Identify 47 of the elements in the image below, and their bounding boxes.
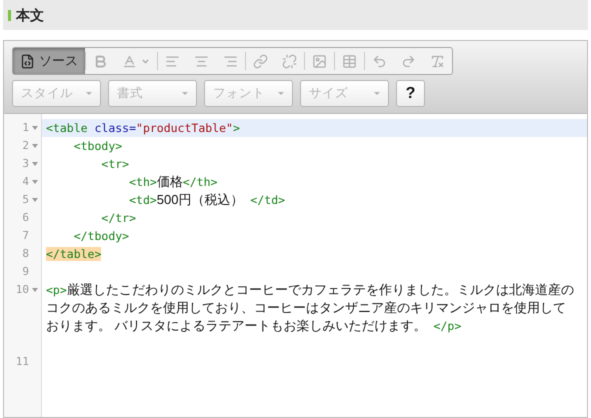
fold-arrow-icon[interactable] [32, 144, 38, 148]
fold-arrow-icon[interactable] [32, 288, 38, 292]
fold-arrow-icon[interactable] [32, 180, 38, 184]
undo-icon [372, 54, 387, 68]
remove-format-icon [430, 54, 445, 68]
text-color-icon [122, 54, 137, 68]
unlink-icon [282, 54, 297, 68]
fold-arrow-icon[interactable] [32, 126, 38, 130]
caret-icon [278, 92, 284, 95]
align-right-icon [223, 54, 238, 68]
image-icon [312, 54, 327, 68]
line-number: 1 [21, 120, 29, 136]
section-title: 本文 [16, 6, 44, 24]
caret-icon [182, 92, 188, 95]
line-number: 9 [21, 264, 29, 280]
fold-arrow-icon[interactable] [32, 198, 38, 202]
code-line: <tr> [100, 156, 130, 173]
code-line: </tbody> [72, 228, 130, 245]
code-line: </tr> [100, 210, 138, 227]
line-number: 11 [14, 354, 29, 370]
line-number: 8 [21, 246, 29, 262]
line-number: 2 [21, 138, 29, 154]
redo-icon [401, 54, 416, 68]
align-left-icon [165, 54, 180, 68]
code-line: <tbody> [72, 138, 124, 155]
fold-arrow-icon[interactable] [32, 162, 38, 166]
code-editor[interactable] [4, 114, 587, 417]
source-button[interactable]: ソース [13, 48, 85, 74]
line-number: 5 [21, 192, 29, 208]
line-number: 4 [21, 174, 29, 190]
line-number: 3 [21, 156, 29, 172]
line-number: 6 [21, 210, 29, 226]
help-button[interactable]: ? [396, 80, 425, 107]
code-line: <td>500円（税込） </td> [128, 191, 286, 209]
link-icon [253, 54, 268, 68]
caret-icon [141, 56, 150, 66]
line-number: 7 [21, 228, 29, 244]
line-number: 10 [14, 282, 29, 298]
caret-icon [86, 92, 92, 95]
code-line: <th>価格</th> [128, 173, 218, 191]
section-marker-icon [8, 10, 11, 20]
bold-icon [93, 54, 108, 68]
align-center-icon [194, 54, 209, 68]
source-icon [20, 54, 35, 68]
caret-icon [374, 92, 380, 95]
table-icon [342, 54, 357, 68]
code-line: <p>厳選したこだわりのミルクとコーヒーでカフェラテを作りました。ミルクは北海道産のコクのあるミルクを使用しており、コーヒーはタンザニア産のキリマンジャロを使用しております。 バリスタによるラテアートもお楽しみいただけます。 </p> [45, 281, 575, 335]
